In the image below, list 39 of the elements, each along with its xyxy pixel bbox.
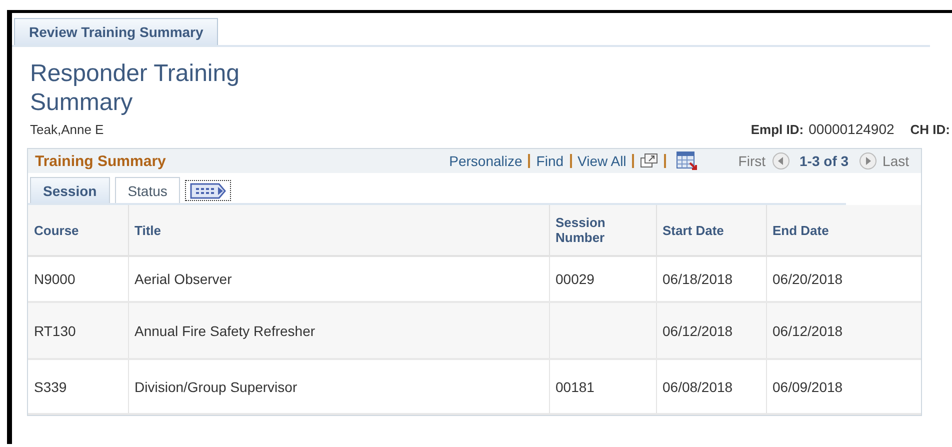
ch-id-label: CH ID: [910,122,950,137]
grid-tab[interactable]: Status [114,177,180,203]
table-cell: 06/09/2018 [772,378,843,394]
grid-link[interactable]: View All [578,153,626,169]
previous-icon[interactable] [772,152,790,170]
column-header[interactable]: End Date [766,205,921,256]
first-link[interactable]: First [738,153,766,169]
table-cell: 06/18/2018 [662,271,733,287]
table-cell: 00181 [556,378,594,394]
table-cell: N9000 [34,271,76,287]
table-cell: 00029 [556,271,594,287]
employee-name: Teak,Anne E [30,122,104,137]
column-header[interactable]: Title [128,205,549,256]
show-all-columns-icon[interactable] [189,183,228,199]
grid-title: Training Summary [35,152,166,170]
empl-id-value: 00000124902 [808,121,894,137]
grid-tab[interactable]: Session [30,177,110,203]
table-cell: Annual Fire Safety Refresher [134,322,316,338]
download-grid-icon[interactable] [676,151,698,171]
table-cell: RT130 [34,322,76,338]
next-icon[interactable] [858,152,877,170]
page-tab[interactable]: Review Training Summary [14,18,218,45]
empl-id-label: Empl ID: [750,122,804,137]
table-cell: Division/Group Supervisor [134,378,298,394]
table-cell: Aerial Observer [134,271,232,287]
column-header[interactable]: Session Number [549,205,656,256]
table-cell: 06/12/2018 [662,322,733,338]
row-range: 1-3 of 3 [800,153,849,169]
grid-link[interactable]: Personalize [449,153,522,169]
table-cell: 06/08/2018 [662,378,733,394]
page-title: Responder Training Summary [30,59,240,117]
grid-link[interactable]: Find [536,153,564,169]
column-header[interactable]: Start Date [656,205,766,256]
table-cell: 06/20/2018 [772,271,843,287]
table-cell: S339 [34,378,67,394]
table-cell: 06/12/2018 [772,322,843,338]
last-link[interactable]: Last [882,153,909,169]
column-header[interactable]: Course [28,205,128,256]
new-window-icon[interactable] [640,153,658,169]
